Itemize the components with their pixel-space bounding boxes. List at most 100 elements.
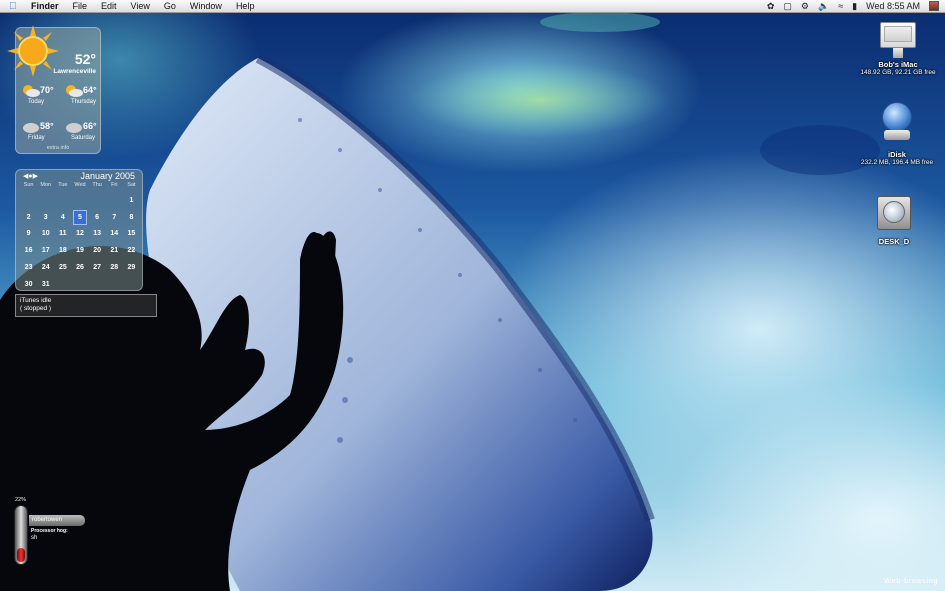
forecast-temp: 58° <box>40 121 54 131</box>
forecast-saturday: 66° Saturday <box>61 118 101 146</box>
apple-menu-icon[interactable]:  <box>9 1 23 12</box>
calendar-day[interactable]: 17 <box>37 244 54 257</box>
desktop-caption: Web-browsing <box>884 576 938 585</box>
calendar-day[interactable]: 7 <box>106 211 123 224</box>
cloud-icon <box>66 123 82 133</box>
forecast-thursday: 64° Thursday <box>61 82 101 110</box>
calendar-day[interactable]: 14 <box>106 227 123 240</box>
desktop-icon-name: Bob's iMac <box>878 60 918 69</box>
hard-drive-icon <box>876 194 912 232</box>
sun-cloud-icon <box>23 85 40 97</box>
weekday-label: Thu <box>92 182 102 188</box>
desktop-icon-idisk[interactable]: iDisk 232.2 MB, 196.4 MB free <box>854 102 940 166</box>
weekday-label: Mon <box>40 182 52 188</box>
calendar-day[interactable]: 23 <box>20 261 37 274</box>
calendar-day[interactable]: 16 <box>20 244 37 257</box>
forecast-day: Thursday <box>71 99 97 105</box>
desktop-icon-desk-d[interactable]: DESK_D <box>864 194 924 246</box>
calendar-day[interactable]: 20 <box>89 244 106 257</box>
calendar-day[interactable]: 27 <box>89 261 106 274</box>
calendar-day[interactable]: 3 <box>37 211 54 224</box>
forecast-temp: 64° <box>83 85 97 95</box>
calendar-weekday-header: Sun Mon Tue Wed Thu Fri Sat <box>20 182 140 188</box>
calendar-day[interactable]: 21 <box>106 244 123 257</box>
desktop-icon-name: iDisk <box>888 150 906 159</box>
calendar-day[interactable]: 10 <box>37 227 54 240</box>
battery-icon[interactable]: ▮ <box>852 1 857 12</box>
menu-view[interactable]: View <box>131 1 150 11</box>
calendar-day[interactable]: 24 <box>37 261 54 274</box>
calendar-day[interactable]: 26 <box>71 261 88 274</box>
calendar-day[interactable]: 30 <box>20 278 37 291</box>
calendar-day-grid: 1 2 3 4 5 6 7 8 9 10 11 12 13 14 15 16 17 18 19 20 21 22 23 24 2… <box>20 192 140 293</box>
weekday-label: Sun <box>23 182 34 188</box>
calendar-day[interactable]: 28 <box>106 261 123 274</box>
calendar-widget[interactable]: ◀●▶ January 2005 Sun Mon Tue Wed Thu Fri… <box>15 169 143 291</box>
calendar-day[interactable]: 31 <box>37 278 54 291</box>
forecast-today: 70° Today <box>18 82 58 110</box>
current-temperature: 52° <box>74 51 96 67</box>
calendar-day[interactable]: 22 <box>123 244 140 257</box>
menu-extras: ✿ ▢ ⚙ 🔈 ≈ ▮ Wed 8:55 AM <box>767 1 939 12</box>
weather-extra-info[interactable]: extra info <box>16 145 100 151</box>
cpu-hog-process: sh <box>31 535 38 541</box>
calendar-day[interactable]: 29 <box>123 261 140 274</box>
paw-icon[interactable]: ✿ <box>767 1 775 12</box>
weekday-label: Sat <box>127 182 136 188</box>
itunes-state: ( stopped ) <box>20 305 52 312</box>
desktop-icon-imac[interactable]: Bob's iMac 148.92 GB, 92.21 GB free <box>858 22 938 76</box>
forecast-temp: 70° <box>40 85 54 95</box>
calendar-day[interactable]: 4 <box>54 211 71 224</box>
desktop-icon-info: 232.2 MB, 196.4 MB free <box>860 159 934 166</box>
gears-icon[interactable]: ⚙ <box>801 1 809 12</box>
calendar-nav-arrows-icon[interactable]: ◀●▶ <box>23 172 38 180</box>
calendar-month-title: January 2005 <box>80 171 135 181</box>
clock[interactable]: Wed 8:55 AM <box>866 1 920 11</box>
forecast-day: Today <box>28 99 45 105</box>
cpu-user: robertowen <box>32 517 63 523</box>
calendar-day[interactable]: 13 <box>89 227 106 240</box>
itunes-widget[interactable]: iTunes idle ( stopped ) <box>15 294 157 317</box>
desktop-icon-name: DESK_D <box>878 237 910 246</box>
menu-file[interactable]: File <box>73 1 88 11</box>
cpu-gauge-fill <box>17 547 25 562</box>
menu-edit[interactable]: Edit <box>101 1 117 11</box>
menu-go[interactable]: Go <box>164 1 176 11</box>
calendar-day[interactable]: 11 <box>54 227 71 240</box>
calendar-day[interactable]: 18 <box>54 244 71 257</box>
itunes-status: iTunes idle <box>20 297 52 304</box>
idisk-icon <box>880 102 914 142</box>
weather-widget[interactable]: 52° Lawrenceville 70° Today 64° Thursday… <box>7 25 101 154</box>
calendar-day[interactable]: 1 <box>123 194 140 207</box>
weekday-label: Fri <box>111 182 118 188</box>
cpu-percent: 22% <box>15 497 27 503</box>
menu-bar:  Finder File Edit View Go Window Help ✿… <box>0 0 945 13</box>
user-avatar-icon[interactable] <box>929 1 939 11</box>
menu-help[interactable]: Help <box>236 1 255 11</box>
wifi-icon[interactable]: ≈ <box>838 1 843 11</box>
calendar-day[interactable]: 2 <box>20 211 37 224</box>
forecast-day: Friday <box>28 135 45 141</box>
sun-cloud-icon <box>66 85 83 97</box>
imac-icon <box>879 22 917 60</box>
calendar-day[interactable]: 9 <box>20 227 37 240</box>
desktop-icon-info: 148.92 GB, 92.21 GB free <box>860 69 936 76</box>
cpu-user-panel: robertowen <box>29 515 85 526</box>
window-icon[interactable]: ▢ <box>783 1 792 12</box>
menu-window[interactable]: Window <box>190 1 222 11</box>
cpu-hog-label: Processor hog: <box>31 528 68 534</box>
calendar-day[interactable]: 15 <box>123 227 140 240</box>
menu-app-finder[interactable]: Finder <box>31 1 59 11</box>
weather-city: Lawrenceville <box>53 68 96 75</box>
volume-icon[interactable]: 🔈 <box>818 1 829 12</box>
weekday-label: Tue <box>58 182 68 188</box>
calendar-day[interactable]: 8 <box>123 211 140 224</box>
calendar-day[interactable]: 25 <box>54 261 71 274</box>
forecast-day: Saturday <box>71 135 96 141</box>
calendar-day[interactable]: 6 <box>89 211 106 224</box>
calendar-day-today[interactable]: 5 <box>73 209 87 225</box>
forecast-friday: 58° Friday <box>18 118 58 146</box>
calendar-day[interactable]: 12 <box>71 227 88 240</box>
calendar-day[interactable]: 19 <box>71 244 88 257</box>
cpu-gauge[interactable] <box>14 505 28 565</box>
